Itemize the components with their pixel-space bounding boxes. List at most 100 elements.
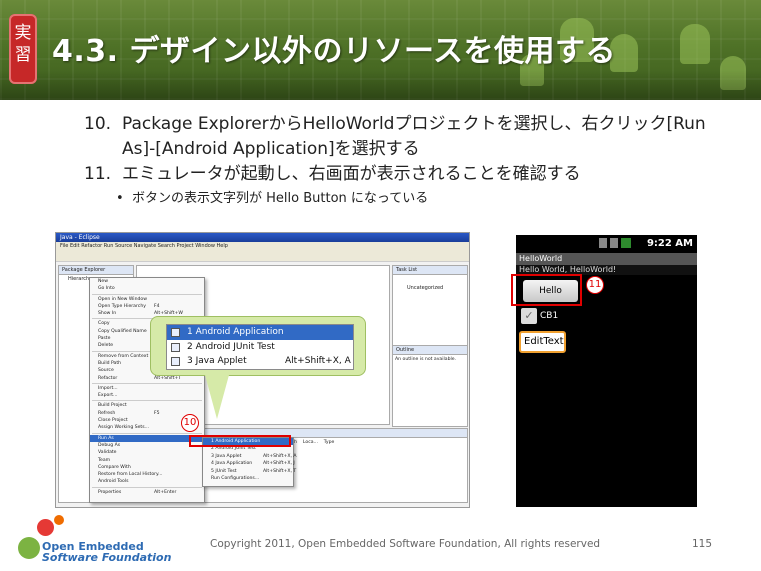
slide: 実習 4.3. デザイン以外のリソースを使用する 10. Package Exp… — [0, 0, 761, 571]
package-explorer-tab-label: Package Explorer — [62, 267, 106, 273]
context-menu-item-run-as[interactable]: Run As — [90, 434, 204, 442]
context-menu-item-label: New — [98, 279, 109, 284]
context-menu-item-label: Import... — [98, 385, 118, 391]
callout-item-label: 2 Android JUnit Test — [187, 341, 275, 352]
eclipse-menubar[interactable]: File Edit Refactor Run Source Navigate S… — [56, 242, 469, 250]
step-marker-11: 11 — [586, 276, 604, 294]
menu-separator — [92, 293, 202, 295]
context-menu-item-label: Run As — [98, 435, 114, 441]
context-menu-item[interactable]: Properties Alt+Enter — [90, 489, 204, 496]
context-menu-item[interactable]: Go Into — [90, 285, 204, 292]
submenu-item[interactable]: 4 Java Application Alt+Shift+X, J — [203, 460, 295, 467]
context-menu-item[interactable]: Debug As — [90, 442, 204, 449]
phone-status-bar: 9:22 AM — [516, 235, 697, 253]
context-menu-item[interactable]: Export... — [90, 392, 204, 399]
context-menu-item-label: Copy — [98, 321, 110, 327]
eclipse-toolbar[interactable] — [56, 250, 469, 262]
cb1-checkbox[interactable]: ✓ — [521, 308, 537, 324]
outline-message: An outline is not available. — [395, 357, 457, 362]
context-menu-item[interactable]: Team — [90, 457, 204, 464]
context-menu-item[interactable]: Import... — [90, 385, 204, 392]
context-menu-item[interactable]: New — [90, 278, 204, 285]
zoom-callout-menu: 1 Android Application 2 Android JUnit Te… — [166, 324, 354, 370]
context-menu-item[interactable]: Restore from Local History... — [90, 471, 204, 478]
context-menu-item-label: Refresh — [98, 410, 116, 416]
package-explorer-tab[interactable]: Package Explorer Hierarchy — [59, 266, 133, 282]
step-text: Package ExplorerからHelloWorldプロジェクトを選択し、右… — [122, 114, 706, 159]
step-number: 11. — [84, 164, 112, 184]
junit-icon — [171, 342, 180, 352]
context-menu-item-label: Debug As — [98, 442, 121, 448]
submenu-item-label: 4 Java Application — [211, 461, 253, 467]
context-menu-item-label: Compare With — [98, 464, 131, 470]
context-menu-item[interactable]: Build Project — [90, 402, 204, 409]
edit-text-field[interactable]: EditText — [519, 331, 566, 353]
callout-item[interactable]: 3 Java Applet Alt+Shift+X, A — [167, 354, 353, 369]
step-marker-10: 10 — [181, 414, 199, 432]
submenu-item[interactable]: 5 JUnit Test Alt+Shift+X, T — [203, 468, 297, 475]
signal-battery-icon — [599, 238, 638, 248]
logo-text-line2: Software Foundation — [42, 551, 172, 564]
step-item: 10. Package ExplorerからHelloWorldプロジェクトを選… — [84, 112, 734, 162]
exercise-badge: 実習 — [9, 14, 37, 84]
submenu-shortcut: Alt+Shift+X, J — [263, 461, 295, 467]
context-menu-shortcut: F5 — [154, 410, 160, 416]
submenu-item-label: 3 Java Applet — [211, 453, 242, 459]
callout-item-android-application[interactable]: 1 Android Application — [167, 325, 353, 340]
context-menu-item[interactable]: Open Type Hierarchy F4 — [90, 303, 204, 310]
step-number: 10. — [84, 114, 112, 134]
slide-title: 4.3. デザイン以外のリソースを使用する — [52, 34, 616, 69]
task-list-tab[interactable]: Task List — [393, 266, 467, 275]
context-menu-item-label: Show In — [98, 311, 117, 317]
context-menu: New Go Into Open in New Window Open Type… — [89, 277, 205, 503]
logo-green-circle — [18, 537, 40, 559]
submenu-item[interactable]: Run Configurations... — [203, 475, 293, 482]
page-number: 115 — [692, 538, 713, 550]
uncategorized-label: Uncategorized — [407, 285, 444, 291]
banner-shade — [0, 70, 761, 100]
step-text: エミュレータが起動し、右画面が表示されることを確認する — [122, 164, 581, 184]
outline-tab[interactable]: Outline — [393, 346, 467, 355]
context-menu-item[interactable]: Validate — [90, 449, 204, 456]
app-title-bar: HelloWorld — [516, 253, 697, 265]
context-menu-item-label: Team — [98, 457, 111, 463]
zoom-callout-pointer — [205, 375, 229, 419]
context-menu-shortcut: Alt+Enter — [154, 489, 177, 495]
menu-separator — [92, 486, 202, 488]
context-menu-item[interactable]: Compare With — [90, 464, 204, 471]
android-robot-decoration — [680, 24, 710, 64]
context-menu-item-label: Open in New Window — [98, 296, 147, 302]
callout-item-shortcut: Alt+Shift+X, A — [285, 356, 351, 366]
context-menu-item-label: Restore from Local History... — [98, 472, 163, 478]
java-applet-icon — [171, 357, 180, 366]
eclipse-window-title: Java - Eclipse — [56, 233, 469, 242]
callout-item[interactable]: 2 Android JUnit Test — [167, 340, 353, 355]
context-menu-item-label: Close Project — [98, 418, 128, 424]
context-menu-item-label: Validate — [98, 450, 117, 456]
context-menu-item-label: Delete — [98, 343, 114, 349]
menu-separator — [92, 382, 202, 384]
context-menu-item[interactable]: Open in New Window — [90, 296, 204, 303]
context-menu-item-label: Paste — [98, 336, 111, 342]
context-menu-item-label: Open Type Hierarchy — [98, 303, 146, 309]
logo-orange-circle — [54, 515, 64, 525]
submenu-item[interactable]: 3 Java Applet Alt+Shift+X, A — [203, 453, 297, 460]
submenu-item-label: Run Configurations... — [211, 475, 260, 481]
context-menu-item[interactable]: Android Tools — [90, 478, 204, 485]
oesf-logo: Open Embedded Software Foundation — [14, 515, 171, 565]
callout-item-label: 3 Java Applet — [187, 356, 247, 366]
title-banner: 実習 4.3. デザイン以外のリソースを使用する — [0, 0, 761, 100]
button-highlight — [511, 274, 582, 306]
bullet-item: • ボタンの表示文字列が Hello Button になっている — [84, 188, 734, 210]
context-menu-highlight — [189, 435, 291, 447]
submenu-item-label: 5 JUnit Test — [211, 468, 237, 474]
context-menu-item-label: Build Project — [98, 403, 127, 409]
bullet-dot: • — [116, 191, 124, 206]
instruction-list: 10. Package ExplorerからHelloWorldプロジェクトを選… — [84, 112, 734, 210]
context-menu-item-label: Go Into — [98, 286, 115, 292]
copyright-text: Copyright 2011, Open Embedded Software F… — [210, 538, 601, 550]
logo-red-circle — [37, 519, 54, 536]
submenu-shortcut: Alt+Shift+X, T — [263, 468, 297, 474]
context-menu-item-label: Source — [98, 368, 114, 374]
android-app-icon — [171, 328, 180, 337]
